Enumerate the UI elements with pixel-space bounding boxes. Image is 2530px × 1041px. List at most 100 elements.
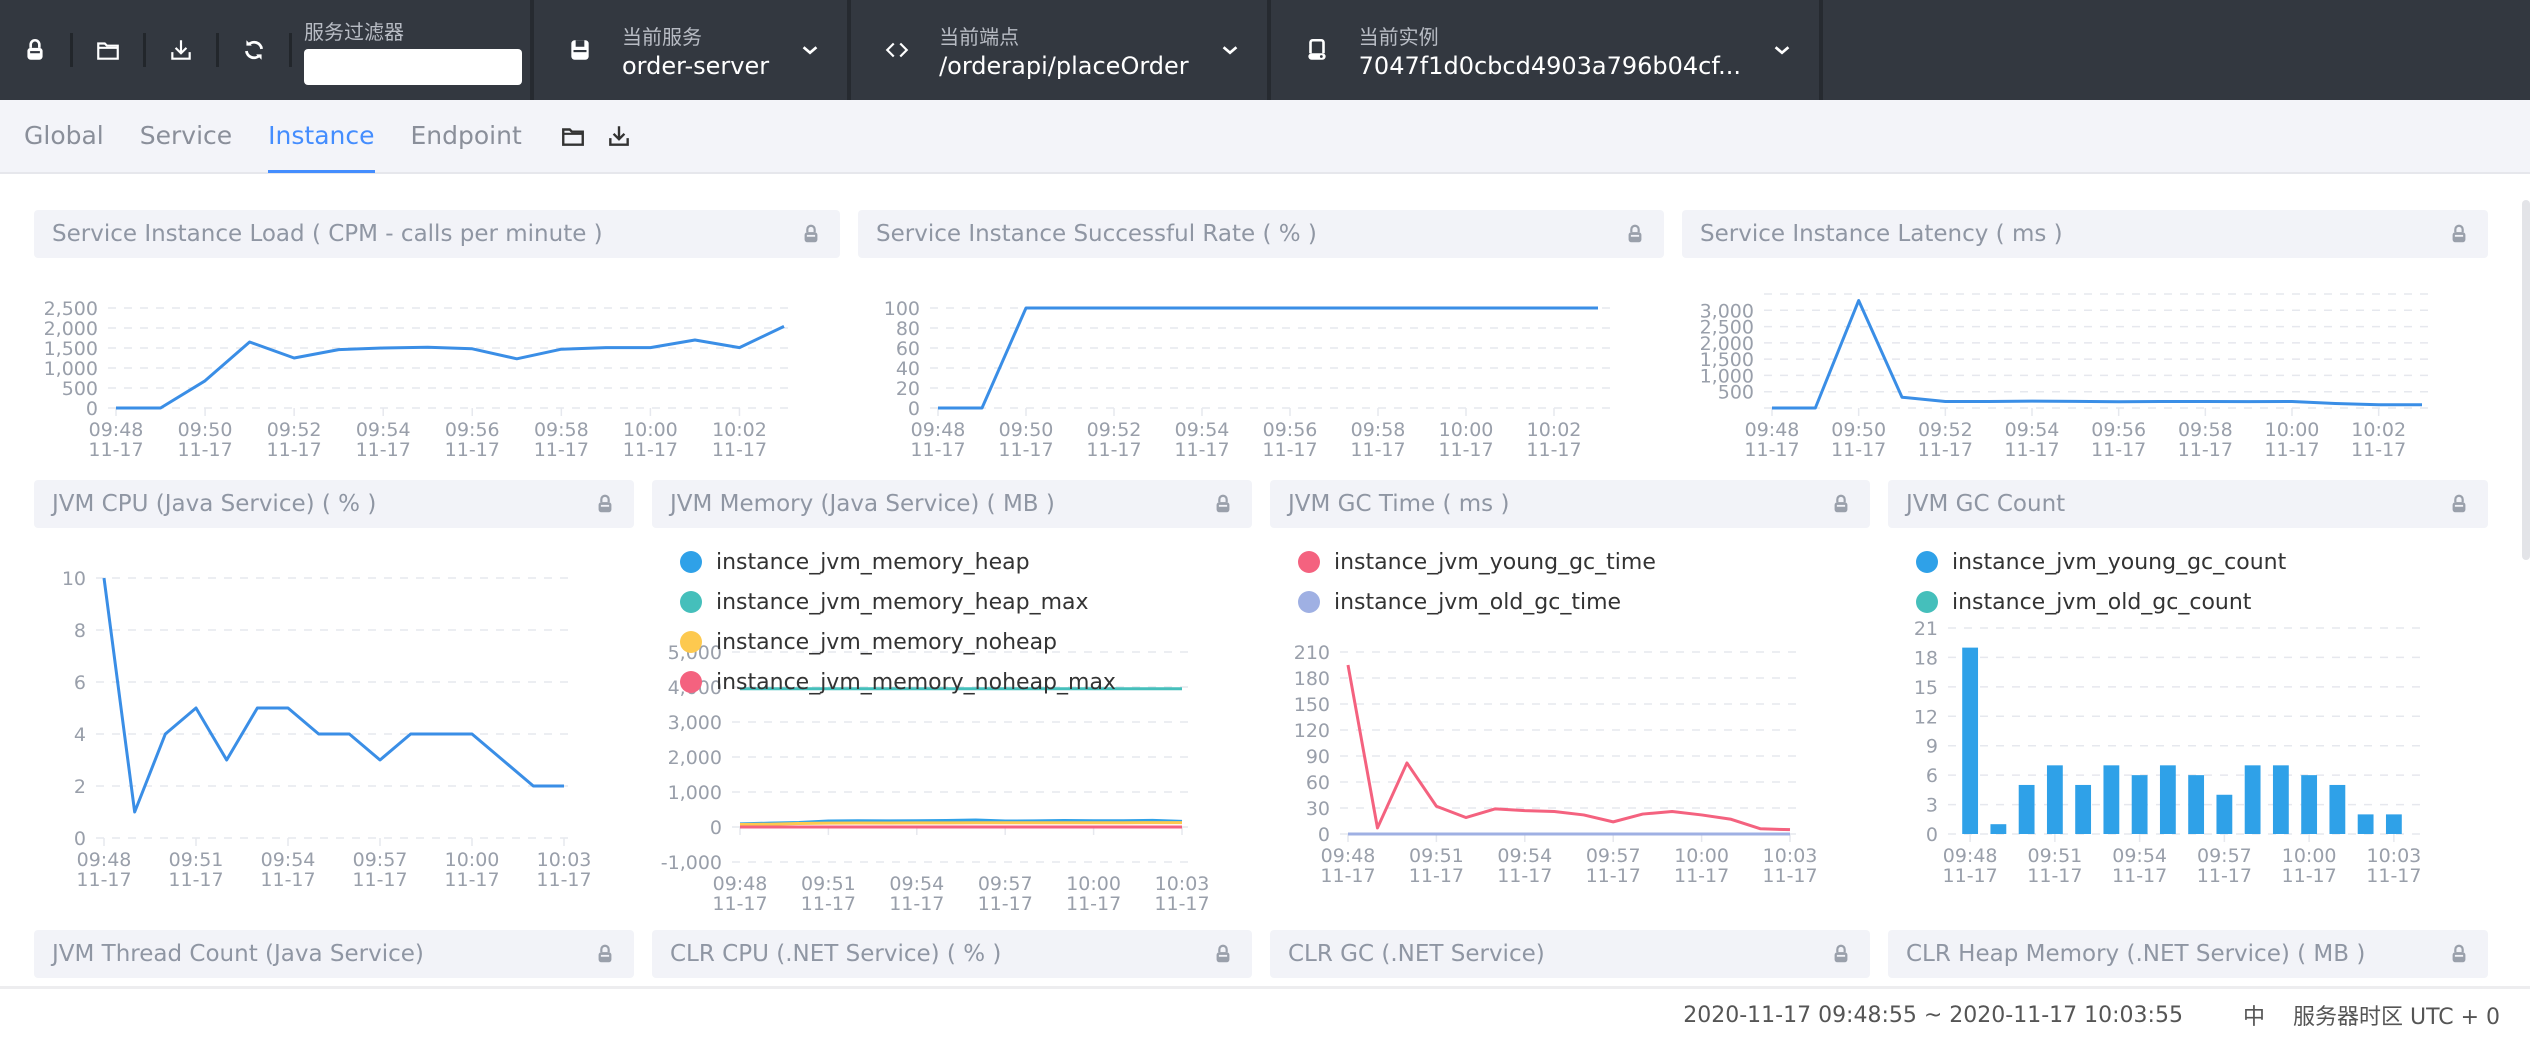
lock-icon[interactable]	[594, 492, 616, 516]
bar	[1962, 647, 1979, 834]
dashboard-tabs: Global Service Instance Endpoint	[0, 100, 2530, 174]
instance-icon	[1307, 38, 1326, 60]
legend-dot-icon	[1916, 551, 1938, 573]
x-tick-date: 11-17	[998, 439, 1053, 461]
x-tick-date: 11-17	[1762, 865, 1817, 887]
x-tick-label: 09:50	[178, 419, 233, 441]
x-tick-label: 10:00	[1066, 873, 1121, 895]
bar	[2272, 765, 2289, 834]
service-icon	[571, 40, 589, 60]
x-tick-date: 11-17	[267, 439, 322, 461]
x-tick-label: 10:02	[1527, 419, 1582, 441]
x-tick-label: 10:00	[1674, 845, 1729, 867]
y-tick-label: 80	[896, 318, 920, 340]
y-tick-label: 100	[884, 298, 920, 320]
lock-icon[interactable]	[1830, 942, 1852, 966]
lock-icon[interactable]	[594, 942, 616, 966]
y-tick-label: 2,000	[44, 318, 98, 340]
legend-label: instance_jvm_memory_heap	[716, 549, 1030, 575]
folder-icon	[97, 42, 119, 60]
legend-item[interactable]: instance_jvm_memory_heap	[680, 542, 1116, 582]
x-tick-label: 09:56	[1263, 419, 1318, 441]
endpoint-selector[interactable]: 当前端点/orderapi/placeOrder	[847, 0, 1267, 100]
legend-label: instance_jvm_young_gc_count	[1952, 549, 2287, 575]
service-selector[interactable]: 当前服务 order-server	[530, 0, 847, 100]
x-tick-label: 09:54	[1497, 845, 1552, 867]
x-tick-date: 11-17	[2366, 865, 2421, 887]
download-icon	[608, 126, 629, 146]
legend-label: instance_jvm_young_gc_time	[1334, 549, 1656, 575]
legend-item[interactable]: instance_jvm_old_gc_count	[1916, 582, 2286, 622]
x-tick-label: 09:48	[1745, 419, 1800, 441]
bar	[2018, 784, 2035, 834]
open-folder-button[interactable]	[73, 0, 143, 100]
x-tick-label: 09:52	[1918, 419, 1973, 441]
download-button[interactable]	[146, 0, 216, 100]
x-tick-date: 11-17	[1586, 865, 1641, 887]
endpoint-selector-value: /orderapi/placeOrder	[939, 51, 1189, 80]
legend-item[interactable]: instance_jvm_old_gc_time	[1298, 582, 1656, 622]
lock-icon[interactable]	[2448, 942, 2470, 966]
tab-service[interactable]: Service	[140, 99, 232, 173]
legend-item[interactable]: instance_jvm_young_gc_time	[1298, 542, 1656, 582]
x-tick-date: 11-17	[445, 439, 500, 461]
scrollbar[interactable]	[2522, 200, 2530, 560]
y-tick-label: 6	[1926, 765, 1938, 787]
bar	[2188, 775, 2205, 834]
bar	[2046, 765, 2063, 834]
bar	[2075, 784, 2092, 834]
lock-icon[interactable]	[2448, 492, 2470, 516]
x-tick-label: 10:00	[2282, 845, 2337, 867]
instance-selector[interactable]: 当前实例 7047f1d0cbcd4903a796b04cf...	[1266, 0, 1819, 100]
legend-item[interactable]: instance_jvm_memory_noheap	[680, 622, 1116, 662]
load-chart: 05001,0001,5002,0002,50009:4811-1709:501…	[44, 298, 796, 461]
x-tick-date: 11-17	[1744, 439, 1799, 461]
lock-icon[interactable]	[1212, 492, 1234, 516]
x-tick-date: 11-17	[712, 893, 767, 915]
panel-title: Service Instance Latency ( ms )	[1700, 221, 2063, 247]
lock-icon[interactable]	[1830, 492, 1852, 516]
lock-icon[interactable]	[1624, 222, 1646, 246]
lock-button[interactable]	[0, 0, 70, 100]
lock-icon[interactable]	[2448, 222, 2470, 246]
legend-dot-icon	[680, 591, 702, 613]
legend-dot-icon	[1916, 591, 1938, 613]
server-timezone[interactable]: 服务器时区 UTC + 0	[2293, 999, 2500, 1031]
x-tick-label: 10:00	[1439, 419, 1494, 441]
y-tick-label: 3	[1926, 795, 1938, 817]
x-tick-label: 10:00	[2265, 419, 2320, 441]
panel-jvm-memory: JVM Memory (Java Service) ( MB ) -1,000 0…	[652, 480, 1252, 920]
x-tick-label: 10:02	[2351, 419, 2406, 441]
import-template-button[interactable]	[558, 121, 588, 151]
panel-clr-cpu: CLR CPU (.NET Service) ( % )	[652, 930, 1252, 978]
bar	[2103, 765, 2120, 834]
legend-item[interactable]: instance_jvm_young_gc_count	[1916, 542, 2286, 582]
refresh-icon	[245, 40, 263, 60]
y-tick-label: 8	[74, 620, 86, 642]
tab-instance[interactable]: Instance	[268, 99, 375, 173]
bar	[2131, 775, 2148, 834]
x-tick-label: 09:52	[267, 419, 322, 441]
x-tick-label: 09:58	[2178, 419, 2233, 441]
chevron-down-icon	[802, 46, 818, 55]
x-tick-label: 10:00	[623, 419, 678, 441]
lock-icon[interactable]	[1212, 942, 1234, 966]
x-tick-label: 09:51	[801, 873, 856, 895]
tab-endpoint[interactable]: Endpoint	[411, 99, 522, 173]
legend-item[interactable]: instance_jvm_memory_heap_max	[680, 582, 1116, 622]
lock-icon[interactable]	[800, 222, 822, 246]
legend-item[interactable]: instance_jvm_memory_noheap_max	[680, 662, 1116, 702]
time-range[interactable]: 2020-11-17 09:48:55 ~ 2020-11-17 10:03:5…	[1683, 1003, 2183, 1028]
refresh-button[interactable]	[219, 0, 289, 100]
export-template-button[interactable]	[604, 121, 634, 151]
panel-title: JVM GC Time ( ms )	[1288, 491, 1510, 517]
y-tick-label: 1,500	[44, 338, 98, 360]
x-tick-date: 11-17	[177, 439, 232, 461]
y-tick-label: 4	[74, 724, 86, 746]
bar	[2385, 814, 2402, 834]
service-filter-input[interactable]	[304, 48, 522, 85]
language-toggle[interactable]: 中	[2243, 999, 2265, 1031]
x-tick-label: 09:51	[169, 849, 224, 871]
instance-selector-value: 7047f1d0cbcd4903a796b04cf...	[1358, 51, 1741, 80]
tab-global[interactable]: Global	[24, 99, 104, 173]
